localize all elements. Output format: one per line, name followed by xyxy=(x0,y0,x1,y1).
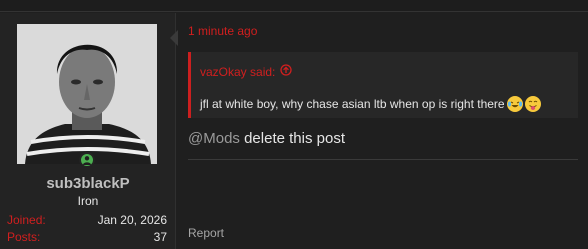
user-online-icon xyxy=(79,152,95,168)
stat-value: Jan 20, 2026 xyxy=(97,213,167,227)
top-divider xyxy=(0,0,588,12)
message-text: delete this post xyxy=(239,130,345,147)
report-link[interactable]: Report xyxy=(188,226,224,240)
stat-posts: Posts: 37 xyxy=(7,230,167,246)
quote-header[interactable]: vazOkay said: xyxy=(200,64,293,79)
quote-author: vazOkay said: xyxy=(200,64,276,79)
tongue-out-emoji-icon xyxy=(524,96,541,112)
stat-label: Joined: xyxy=(7,213,46,227)
quote-arrow-up-icon[interactable] xyxy=(280,64,293,79)
user-title: Iron xyxy=(77,194,99,208)
stat-label: Posts: xyxy=(7,230,41,244)
quote-block: vazOkay said: jfl at white boy, why chas… xyxy=(188,52,578,118)
user-info-column: sub3blackP Iron Joined: Jan 20, 2026 Pos… xyxy=(0,13,176,249)
post-footer-divider xyxy=(188,159,578,160)
quote-text-line: jfl at white boy, why chase asian ltb wh… xyxy=(200,96,541,112)
avatar[interactable] xyxy=(17,24,157,164)
post-message: @Mods delete this post xyxy=(188,130,345,147)
stat-value: 37 xyxy=(153,230,167,244)
quote-text: jfl at white boy, why chase asian ltb wh… xyxy=(200,97,505,111)
post-timestamp[interactable]: 1 minute ago xyxy=(188,24,257,38)
stat-joined: Joined: Jan 20, 2026 xyxy=(7,213,167,229)
username[interactable]: sub3blackP xyxy=(0,175,176,192)
laughing-crying-emoji-icon xyxy=(506,96,523,112)
mention-link[interactable]: @Mods xyxy=(188,130,240,147)
message-pointer-arrow xyxy=(170,30,178,46)
